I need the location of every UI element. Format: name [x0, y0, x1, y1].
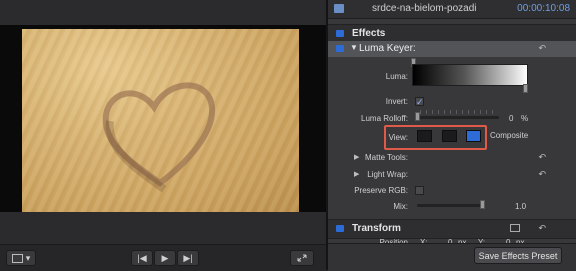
light-wrap-label: Light Wrap:: [367, 170, 408, 179]
fullscreen-icon: [297, 254, 307, 262]
luma-rolloff-unit: %: [521, 114, 529, 123]
mix-knob[interactable]: [480, 200, 485, 209]
luma-label: Luma:: [385, 72, 408, 81]
effects-enable-checkbox[interactable]: [336, 30, 344, 37]
view-original-button[interactable]: [442, 130, 457, 142]
mix-value[interactable]: 1.0: [515, 202, 526, 211]
save-effects-preset-button[interactable]: Save Effects Preset: [474, 247, 562, 264]
clip-name: srdce-na-bielom-pozadi: [372, 3, 477, 14]
play-icon: ▶: [161, 252, 169, 263]
previous-edit-button[interactable]: |◀: [131, 250, 153, 266]
invert-checkbox[interactable]: ✓: [415, 97, 424, 107]
transform-reset-icon[interactable]: ↶: [538, 223, 546, 234]
light-wrap-reset-icon[interactable]: ↶: [538, 169, 546, 180]
matte-tools-reset-icon[interactable]: ↶: [538, 152, 546, 163]
transform-enable-checkbox[interactable]: [336, 225, 344, 232]
video-clip-icon: [334, 4, 344, 13]
viewer-image-sand-heart: [22, 29, 299, 212]
mix-label: Mix:: [393, 202, 408, 211]
luma-rolloff-label: Luma Rolloff:: [361, 114, 408, 123]
next-edit-button[interactable]: ▶|: [177, 250, 199, 266]
transform-title: Transform: [352, 223, 401, 234]
luma-rolloff-slider[interactable]: [417, 116, 499, 119]
view-matte-button[interactable]: [417, 130, 432, 142]
luma-gradient-control[interactable]: [412, 64, 528, 86]
luma-rolloff-ticks: [420, 110, 498, 114]
timecode: 00:00:10:08: [517, 3, 570, 14]
mix-slider[interactable]: [417, 204, 485, 207]
luma-rolloff-knob[interactable]: [415, 112, 420, 121]
previous-icon: |◀: [137, 252, 147, 263]
luma-keyer-enable-checkbox[interactable]: [336, 45, 344, 52]
play-button[interactable]: ▶: [154, 250, 176, 266]
effects-title: Effects: [352, 28, 386, 39]
view-mode-text: Composite: [490, 131, 529, 140]
invert-label: Invert:: [385, 97, 408, 106]
reset-icon[interactable]: ↶: [538, 43, 546, 54]
preserve-rgb-label: Preserve RGB:: [354, 186, 408, 195]
viewer-panel: [0, 0, 326, 244]
viewer-toolbar: ▾ |◀ ▶ ▶|: [0, 244, 326, 271]
heart-drawing: [102, 82, 215, 193]
luma-white-marker[interactable]: [523, 84, 528, 93]
next-icon: ▶|: [183, 252, 193, 263]
transform-section-header[interactable]: Transform ↶: [328, 219, 576, 239]
disclosure-open-icon[interactable]: ▼: [350, 43, 358, 52]
luma-keyer-header[interactable]: ▼ Luma Keyer: ↶: [328, 41, 576, 57]
transform-onscreen-icon[interactable]: [510, 224, 520, 232]
display-icon: [11, 253, 23, 263]
view-composite-button[interactable]: [466, 130, 481, 142]
preserve-rgb-checkbox[interactable]: [415, 186, 424, 195]
fullscreen-button[interactable]: [290, 250, 314, 266]
luma-rolloff-value[interactable]: 0: [509, 114, 513, 123]
inspector-header: srdce-na-bielom-pozadi 00:00:10:08: [328, 0, 576, 19]
view-options-button[interactable]: ▾: [6, 250, 36, 266]
luma-keyer-title: Luma Keyer:: [359, 43, 416, 54]
matte-tools-label: Matte Tools:: [365, 153, 408, 162]
chevron-down-icon: ▾: [25, 252, 31, 263]
